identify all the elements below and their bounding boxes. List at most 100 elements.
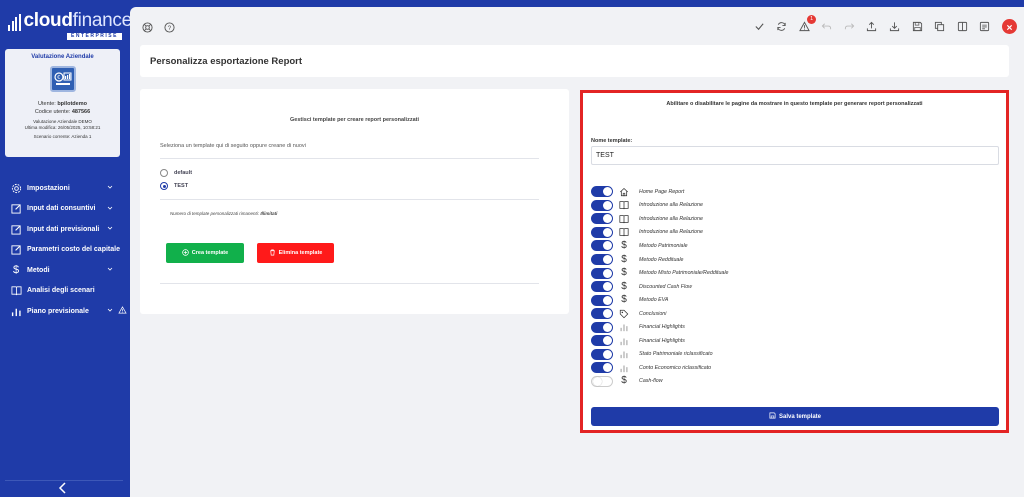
undo-icon	[820, 20, 834, 34]
sidebar-item-label: Metodi	[27, 266, 50, 274]
page-toggle-switch[interactable]	[591, 375, 613, 387]
chevron-down-icon	[107, 184, 113, 192]
split-view-icon[interactable]	[955, 20, 969, 34]
page-toggle-row: Conclusioni	[591, 307, 729, 321]
save-template-label: Salva template	[778, 413, 822, 420]
sidebar-item-label: Piano previsionale	[27, 307, 89, 315]
upload-icon[interactable]	[865, 20, 879, 34]
sidebar-item-parametri-costo-capitale[interactable]: Parametri costo del capitale	[0, 240, 130, 261]
page-toggle-switch[interactable]	[591, 321, 613, 333]
support-icon[interactable]	[140, 20, 154, 34]
sidebar-item-input-consuntivi[interactable]: Input dati consuntivi	[0, 199, 130, 220]
page-toggle-switch[interactable]	[591, 281, 613, 293]
radio-button[interactable]	[160, 169, 168, 177]
page-toggle-switch[interactable]	[591, 308, 613, 320]
current-scenario: Scenario corrente: Azienda 1	[33, 134, 92, 139]
page-toggle-label: Cash-flow	[639, 378, 663, 385]
close-icon	[1006, 18, 1013, 36]
page-toggle-row: Financial Highlights	[591, 334, 729, 348]
dollar-icon: $	[12, 264, 20, 277]
download-icon[interactable]	[888, 20, 902, 34]
trash-icon	[269, 249, 276, 258]
template-option-test[interactable]: TEST	[160, 182, 188, 190]
logo[interactable]: cloudfinance ENTERPRISE	[8, 10, 132, 40]
page-toggle-switch[interactable]	[591, 213, 613, 225]
bar-chart-icon	[619, 336, 629, 346]
page-toggle-label: Discounted Cash Flow	[639, 283, 692, 290]
delete-template-button[interactable]: Elimina template	[257, 243, 334, 263]
dollar-icon: $	[621, 375, 627, 387]
save-icon[interactable]	[910, 20, 924, 34]
sidebar-item-metodi[interactable]: $ Metodi	[0, 260, 130, 281]
collapse-sidebar-icon[interactable]	[58, 481, 68, 497]
page-toggle-row: $ Metodo Misto Patrimoniale/Reddituale	[591, 266, 729, 280]
page-toggle-row: $ Metodo Reddituale	[591, 253, 729, 267]
code-line: Codice utente: 487566	[34, 109, 91, 115]
template-pages-panel: Abilitare o disabilitare le pagine da mo…	[580, 90, 1009, 433]
sidebar-item-label: Parametri costo del capitale	[27, 246, 120, 254]
sidebar-item-input-previsionali[interactable]: Input dati previsionali	[0, 219, 130, 240]
page-toggle-label: Metodo Patrimoniale	[639, 242, 688, 249]
sidebar-item-piano-previsionale[interactable]: Piano previsionale	[0, 301, 130, 322]
divider	[160, 158, 539, 159]
page-toggle-switch[interactable]	[591, 254, 613, 265]
template-manager-panel: Gestisci template per creare report pers…	[140, 89, 569, 314]
radio-button-selected[interactable]	[160, 182, 168, 190]
chevron-down-icon	[107, 205, 113, 213]
sidebar-item-impostazioni[interactable]: Impostazioni	[0, 178, 130, 199]
svg-text:€: €	[57, 75, 60, 81]
bar-chart-icon	[619, 322, 629, 332]
template-name-input[interactable]	[591, 146, 999, 165]
dollar-icon: $	[621, 294, 627, 306]
page-toggle-switch[interactable]	[591, 240, 613, 252]
page-toggle-row: $ Metodo Patrimoniale	[591, 239, 729, 253]
user-line: Utente: bpilotdemo	[38, 101, 87, 107]
book-icon	[10, 285, 22, 297]
divider	[160, 199, 539, 200]
save-template-button[interactable]: Salva template	[591, 407, 999, 426]
help-icon[interactable]: ?	[162, 20, 176, 34]
edit-icon	[10, 223, 22, 235]
template-pages-heading: Abilitare o disabilitare le pagine da mo…	[666, 101, 923, 107]
svg-text:?: ?	[167, 24, 171, 31]
page-toggle-label: Conto Economico riclassificato	[639, 364, 712, 371]
template-option-default[interactable]: default	[160, 169, 192, 177]
page-title-bar: Personalizza esportazione Report	[140, 45, 1009, 77]
create-template-button[interactable]: Crea template	[166, 243, 244, 263]
company-card[interactable]: Valutazione Aziendale € Utente: bpilotde…	[5, 49, 120, 157]
refresh-icon[interactable]	[775, 20, 789, 34]
page-toggle-list: Home Page Report Introduzione alla Relazi…	[591, 185, 729, 388]
page-toggle-label: Metodo EVA	[639, 297, 669, 304]
close-button[interactable]	[1001, 18, 1017, 36]
alert-icon[interactable]: 1	[797, 14, 817, 34]
redo-icon	[842, 20, 856, 34]
page-toggle-switch[interactable]	[591, 186, 613, 198]
page-toggle-switch[interactable]	[591, 226, 613, 238]
logo-subtitle: ENTERPRISE	[67, 33, 122, 40]
book-icon	[619, 200, 629, 210]
last-modified: Ultima modifica: 26/05/2025, 10:58:21	[24, 125, 101, 130]
template-option-label: default	[174, 170, 193, 176]
sidebar-item-analisi-scenari[interactable]: Analisi degli scenari	[0, 281, 130, 302]
page-toggle-switch[interactable]	[591, 267, 613, 279]
notification-badge: 1	[807, 14, 817, 24]
page-toggle-label: Introduzione alla Relazione	[639, 229, 703, 236]
page-toggle-label: Financial Highlights	[639, 324, 685, 331]
sidebar-item-label: Impostazioni	[27, 184, 70, 192]
page-toggle-switch[interactable]	[591, 362, 613, 374]
page-toggle-switch[interactable]	[591, 199, 613, 211]
page-toggle-row: Introduzione alla Relazione	[591, 199, 729, 213]
report-icon[interactable]	[978, 20, 992, 34]
page-toggle-switch[interactable]	[591, 335, 613, 347]
page-toggle-switch[interactable]	[591, 348, 613, 360]
page-toggle-label: Introduzione alla Relazione	[639, 202, 703, 209]
template-manager-heading: Gestisci template per creare report pers…	[290, 117, 419, 123]
dollar-icon: $	[621, 239, 627, 251]
page-toggle-switch[interactable]	[591, 294, 613, 306]
copy-icon[interactable]	[933, 20, 947, 34]
plus-circle-icon	[182, 248, 189, 258]
logo-text: cloudfinance	[23, 10, 133, 31]
sidebar-item-label: Analisi degli scenari	[27, 287, 95, 295]
check-icon[interactable]	[752, 20, 766, 34]
chevron-down-icon	[107, 307, 113, 315]
